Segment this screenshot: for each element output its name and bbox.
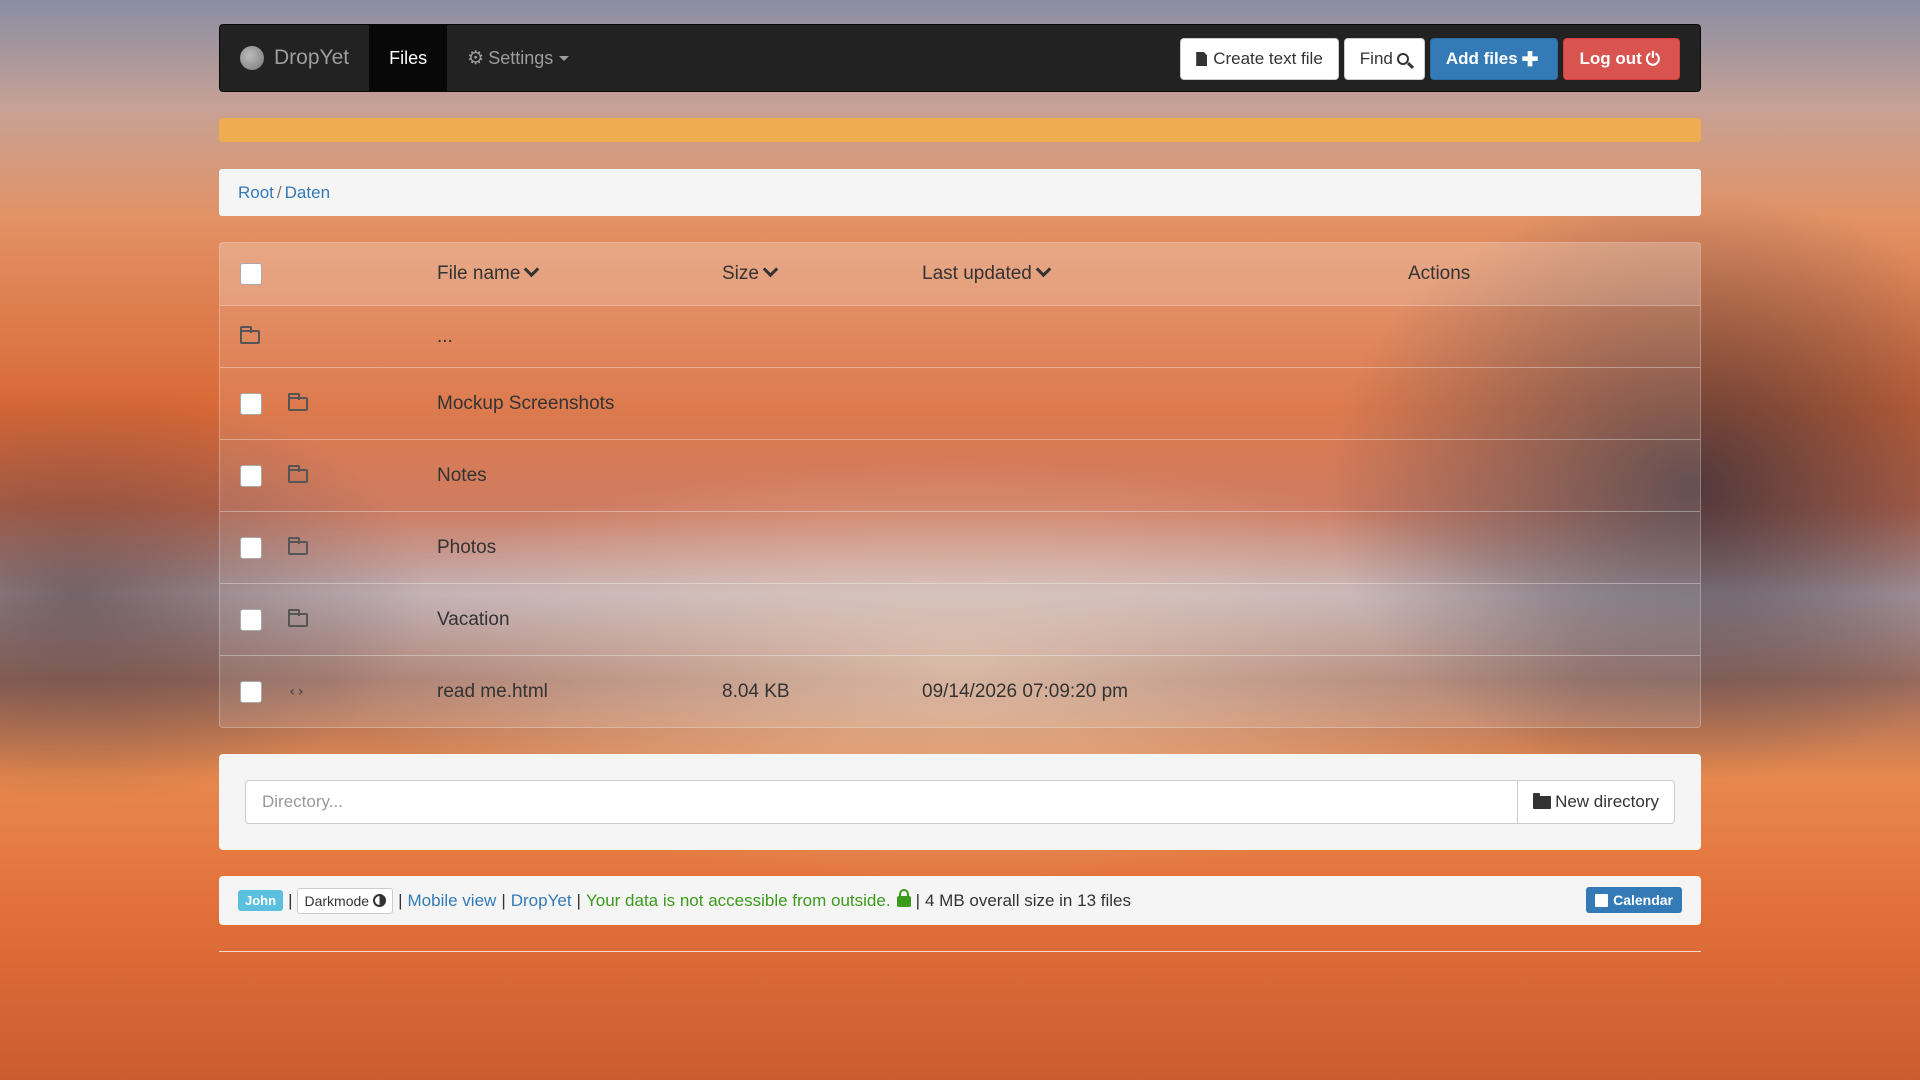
sort-by-updated[interactable]: Last updated (922, 261, 1052, 285)
file-name[interactable]: Mockup Screenshots (437, 393, 614, 415)
file-name[interactable]: Photos (437, 537, 496, 559)
directory-input[interactable] (245, 780, 1519, 824)
find-label: Find (1359, 49, 1393, 68)
separator: | (398, 890, 403, 910)
app-container: DropYet Files ⚙ Settings Create text fil… (219, 24, 1701, 952)
table-row[interactable]: Notes (220, 439, 1700, 511)
storage-stats: 4 MB overall size in 13 files (925, 890, 1131, 910)
gear-icon: ⚙ (467, 47, 485, 69)
file-updated: 09/14/2026 07:09:20 pm (922, 680, 1129, 702)
breadcrumb-root[interactable]: Root (238, 183, 274, 203)
row-checkbox[interactable] (240, 464, 262, 487)
parent-directory-link[interactable]: ... (437, 326, 453, 348)
progress-bar (219, 118, 1701, 142)
file-size: 8.04 KB (722, 680, 790, 702)
darkmode-toggle[interactable]: Darkmode (297, 887, 394, 914)
separator: | (288, 890, 293, 910)
new-directory-form: New directory (219, 754, 1701, 850)
chevron-down-icon (762, 261, 779, 278)
security-status: Your data is not accessible from outside… (585, 890, 891, 910)
create-text-file-label: Create text file (1213, 49, 1323, 68)
brand-name: DropYet (274, 46, 350, 69)
navbar: DropYet Files ⚙ Settings Create text fil… (219, 24, 1701, 92)
calendar-icon (1595, 893, 1609, 907)
logout-button[interactable]: Log out ⏻ (1563, 38, 1680, 80)
settings-label: Settings (488, 47, 554, 68)
chevron-down-icon (1035, 261, 1052, 278)
nav-files[interactable]: Files (369, 25, 448, 91)
folder-icon (1533, 792, 1552, 809)
dropyet-link[interactable]: DropYet (511, 891, 572, 911)
globe-icon (240, 46, 264, 70)
folder-icon (288, 536, 308, 555)
table-row[interactable]: Vacation (220, 583, 1700, 655)
new-directory-button[interactable]: New directory (1518, 780, 1675, 824)
mobile-view-link[interactable]: Mobile view (408, 891, 497, 911)
sort-by-name[interactable]: File name (437, 261, 540, 285)
row-checkbox[interactable] (240, 536, 262, 559)
calendar-button[interactable]: Calendar (1586, 887, 1682, 913)
create-text-file-button[interactable]: Create text file (1180, 38, 1339, 80)
chevron-down-icon (524, 261, 540, 278)
folder-icon (288, 608, 308, 627)
table-row[interactable]: Mockup Screenshots (220, 367, 1700, 439)
user-badge: John (238, 890, 284, 911)
file-table: File name Size Last updated Actions ... … (219, 242, 1701, 728)
file-name[interactable]: Notes (437, 465, 487, 487)
brand[interactable]: DropYet (220, 25, 369, 91)
plus-icon: ✚ (1521, 48, 1539, 71)
file-name[interactable]: Vacation (437, 609, 510, 631)
lock-icon (896, 889, 911, 907)
folder-icon (288, 392, 308, 411)
power-icon: ⏻ (1645, 48, 1660, 69)
file-name[interactable]: read me.html (437, 681, 548, 703)
folder-icon (240, 325, 260, 344)
calendar-label: Calendar (1613, 892, 1673, 908)
breadcrumb-current[interactable]: Daten (285, 183, 330, 203)
actions-header: Actions (1408, 263, 1471, 284)
breadcrumb-separator: / (276, 182, 282, 202)
folder-icon (288, 464, 308, 483)
table-header: File name Size Last updated Actions (220, 243, 1700, 305)
nav-settings-dropdown[interactable]: ⚙ Settings (447, 25, 589, 91)
row-checkbox[interactable] (240, 608, 262, 631)
contrast-icon (373, 894, 387, 907)
row-checkbox[interactable] (240, 392, 262, 415)
caret-down-icon (559, 55, 570, 61)
darkmode-label: Darkmode (304, 892, 370, 909)
new-directory-label: New directory (1555, 792, 1659, 811)
add-files-button[interactable]: Add files ✚ (1429, 38, 1559, 80)
find-button[interactable]: Find (1343, 38, 1425, 80)
navbar-actions: Create text file Find Add files ✚ Log ou… (1180, 38, 1680, 80)
search-icon (1396, 53, 1409, 65)
footer: John | Darkmode | Mobile view | DropYet … (219, 876, 1701, 925)
add-files-label: Add files (1445, 49, 1518, 68)
separator: | (501, 890, 506, 910)
code-icon: ‹› (288, 683, 305, 700)
file-icon (1196, 52, 1208, 66)
divider (219, 951, 1701, 952)
row-checkbox[interactable] (240, 680, 262, 703)
separator: | (915, 890, 920, 910)
logout-label: Log out (1579, 49, 1642, 68)
table-row[interactable]: ‹› read me.html 8.04 KB 09/14/2026 07:09… (220, 655, 1700, 727)
separator: | (576, 890, 581, 910)
table-row[interactable]: Photos (220, 511, 1700, 583)
select-all-checkbox[interactable] (240, 263, 262, 285)
sort-by-size[interactable]: Size (722, 261, 779, 285)
parent-directory-row[interactable]: ... (220, 305, 1700, 367)
breadcrumb: Root / Daten (219, 169, 1701, 216)
